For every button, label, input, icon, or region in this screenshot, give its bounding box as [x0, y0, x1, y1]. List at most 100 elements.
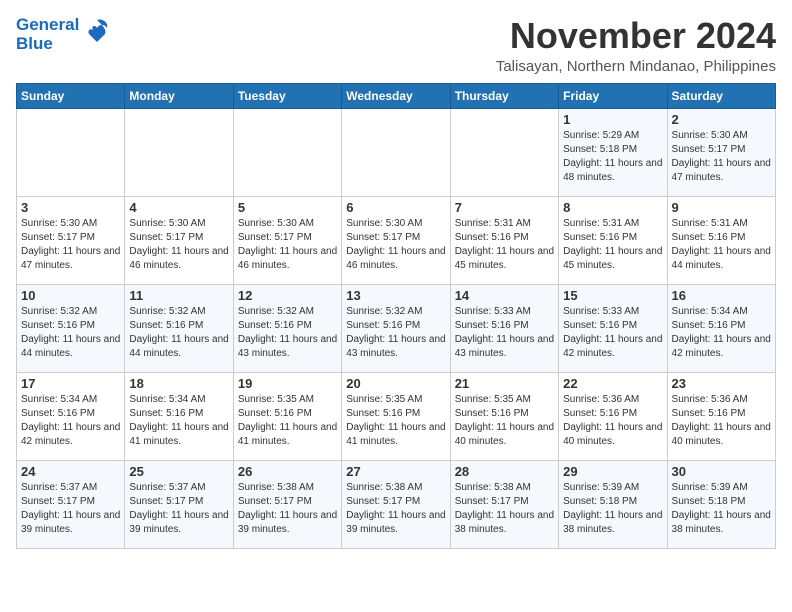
- day-info: Sunrise: 5:32 AM Sunset: 5:16 PM Dayligh…: [346, 305, 445, 361]
- calendar-cell: 11 Sunrise: 5:32 AM Sunset: 5:16 PM Dayli…: [125, 284, 233, 372]
- day-number: 10: [21, 288, 120, 303]
- day-number: 13: [346, 288, 445, 303]
- day-number: 12: [238, 288, 337, 303]
- week-row-1: 1 Sunrise: 5:29 AM Sunset: 5:18 PM Daylig…: [17, 108, 776, 196]
- title-block: November 2024 Talisayan, Northern Mindan…: [496, 16, 776, 75]
- calendar-cell: [342, 108, 450, 196]
- calendar-cell: 23 Sunrise: 5:36 AM Sunset: 5:16 PM Dayli…: [667, 372, 775, 460]
- calendar-cell: 22 Sunrise: 5:36 AM Sunset: 5:16 PM Dayli…: [559, 372, 667, 460]
- calendar-cell: 5 Sunrise: 5:30 AM Sunset: 5:17 PM Daylig…: [233, 196, 341, 284]
- header-friday: Friday: [559, 83, 667, 108]
- week-row-3: 10 Sunrise: 5:32 AM Sunset: 5:16 PM Dayli…: [17, 284, 776, 372]
- calendar-cell: 10 Sunrise: 5:32 AM Sunset: 5:16 PM Dayli…: [17, 284, 125, 372]
- day-info: Sunrise: 5:31 AM Sunset: 5:16 PM Dayligh…: [455, 217, 554, 273]
- day-number: 15: [563, 288, 662, 303]
- day-number: 21: [455, 376, 554, 391]
- day-number: 2: [672, 112, 771, 127]
- day-info: Sunrise: 5:35 AM Sunset: 5:16 PM Dayligh…: [346, 393, 445, 449]
- day-info: Sunrise: 5:32 AM Sunset: 5:16 PM Dayligh…: [129, 305, 228, 361]
- month-title: November 2024: [496, 16, 776, 56]
- day-number: 28: [455, 464, 554, 479]
- day-number: 14: [455, 288, 554, 303]
- day-number: 22: [563, 376, 662, 391]
- week-row-5: 24Sunrise: 5:37 AM Sunset: 5:17 PM Dayli…: [17, 460, 776, 548]
- header-row: SundayMondayTuesdayWednesdayThursdayFrid…: [17, 83, 776, 108]
- calendar-cell: [450, 108, 558, 196]
- day-info: Sunrise: 5:29 AM Sunset: 5:18 PM Dayligh…: [563, 129, 662, 185]
- day-number: 30: [672, 464, 771, 479]
- calendar-cell: 26 Sunrise: 5:38 AM Sunset: 5:17 PM Dayli…: [233, 460, 341, 548]
- day-info: Sunrise: 5:38 AM Sunset: 5:17 PM Dayligh…: [346, 481, 445, 537]
- day-info: Sunrise: 5:30 AM Sunset: 5:17 PM Dayligh…: [21, 217, 120, 273]
- day-info: Sunrise: 5:31 AM Sunset: 5:16 PM Dayligh…: [563, 217, 662, 273]
- calendar-cell: 15 Sunrise: 5:33 AM Sunset: 5:16 PM Dayli…: [559, 284, 667, 372]
- calendar-cell: 8 Sunrise: 5:31 AM Sunset: 5:16 PM Daylig…: [559, 196, 667, 284]
- day-number: 19: [238, 376, 337, 391]
- day-info: Sunrise: 5:35 AM Sunset: 5:16 PM Dayligh…: [238, 393, 337, 449]
- day-info: Sunrise: 5:38 AM Sunset: 5:17 PM Dayligh…: [455, 481, 554, 537]
- calendar-cell: 29Sunrise: 5:39 AM Sunset: 5:18 PM Dayli…: [559, 460, 667, 548]
- calendar-cell: 12 Sunrise: 5:32 AM Sunset: 5:16 PM Dayli…: [233, 284, 341, 372]
- day-info: Sunrise: 5:37 AM Sunset: 5:17 PM Dayligh…: [129, 481, 228, 537]
- day-info: Sunrise: 5:31 AM Sunset: 5:16 PM Dayligh…: [672, 217, 771, 273]
- calendar-cell: 21 Sunrise: 5:35 AM Sunset: 5:16 PM Dayli…: [450, 372, 558, 460]
- calendar-cell: 28 Sunrise: 5:38 AM Sunset: 5:17 PM Dayli…: [450, 460, 558, 548]
- calendar-cell: 25 Sunrise: 5:37 AM Sunset: 5:17 PM Dayli…: [125, 460, 233, 548]
- day-number: 11: [129, 288, 228, 303]
- calendar-cell: 1 Sunrise: 5:29 AM Sunset: 5:18 PM Daylig…: [559, 108, 667, 196]
- day-number: 4: [129, 200, 228, 215]
- day-info: Sunrise: 5:33 AM Sunset: 5:16 PM Dayligh…: [455, 305, 554, 361]
- header-tuesday: Tuesday: [233, 83, 341, 108]
- day-info: Sunrise: 5:30 AM Sunset: 5:17 PM Dayligh…: [129, 217, 228, 273]
- calendar-cell: 19 Sunrise: 5:35 AM Sunset: 5:16 PM Dayli…: [233, 372, 341, 460]
- day-info: Sunrise: 5:30 AM Sunset: 5:17 PM Dayligh…: [346, 217, 445, 273]
- day-number: 25: [129, 464, 228, 479]
- calendar-cell: 2 Sunrise: 5:30 AM Sunset: 5:17 PM Daylig…: [667, 108, 775, 196]
- day-number: 9: [672, 200, 771, 215]
- header-wednesday: Wednesday: [342, 83, 450, 108]
- logo-general: General: [16, 15, 79, 34]
- calendar-header: SundayMondayTuesdayWednesdayThursdayFrid…: [17, 83, 776, 108]
- day-info: Sunrise: 5:36 AM Sunset: 5:16 PM Dayligh…: [672, 393, 771, 449]
- day-info: Sunrise: 5:30 AM Sunset: 5:17 PM Dayligh…: [672, 129, 771, 185]
- day-number: 18: [129, 376, 228, 391]
- calendar-cell: 3Sunrise: 5:30 AM Sunset: 5:17 PM Daylig…: [17, 196, 125, 284]
- day-number: 6: [346, 200, 445, 215]
- day-number: 26: [238, 464, 337, 479]
- calendar-cell: [17, 108, 125, 196]
- logo-bird-icon: [83, 16, 111, 44]
- calendar-table: SundayMondayTuesdayWednesdayThursdayFrid…: [16, 83, 776, 549]
- day-number: 23: [672, 376, 771, 391]
- day-info: Sunrise: 5:30 AM Sunset: 5:17 PM Dayligh…: [238, 217, 337, 273]
- day-number: 29: [563, 464, 662, 479]
- day-info: Sunrise: 5:38 AM Sunset: 5:17 PM Dayligh…: [238, 481, 337, 537]
- location-subtitle: Talisayan, Northern Mindanao, Philippine…: [496, 58, 776, 75]
- header-sunday: Sunday: [17, 83, 125, 108]
- day-number: 1: [563, 112, 662, 127]
- calendar-body: 1 Sunrise: 5:29 AM Sunset: 5:18 PM Daylig…: [17, 108, 776, 548]
- calendar-cell: 18 Sunrise: 5:34 AM Sunset: 5:16 PM Dayli…: [125, 372, 233, 460]
- calendar-cell: 20Sunrise: 5:35 AM Sunset: 5:16 PM Dayli…: [342, 372, 450, 460]
- day-info: Sunrise: 5:33 AM Sunset: 5:16 PM Dayligh…: [563, 305, 662, 361]
- day-number: 27: [346, 464, 445, 479]
- day-info: Sunrise: 5:35 AM Sunset: 5:16 PM Dayligh…: [455, 393, 554, 449]
- header-saturday: Saturday: [667, 83, 775, 108]
- day-info: Sunrise: 5:32 AM Sunset: 5:16 PM Dayligh…: [21, 305, 120, 361]
- day-number: 5: [238, 200, 337, 215]
- day-info: Sunrise: 5:32 AM Sunset: 5:16 PM Dayligh…: [238, 305, 337, 361]
- calendar-cell: 13 Sunrise: 5:32 AM Sunset: 5:16 PM Dayli…: [342, 284, 450, 372]
- day-info: Sunrise: 5:39 AM Sunset: 5:18 PM Dayligh…: [672, 481, 771, 537]
- day-info: Sunrise: 5:36 AM Sunset: 5:16 PM Dayligh…: [563, 393, 662, 449]
- header-thursday: Thursday: [450, 83, 558, 108]
- week-row-2: 3Sunrise: 5:30 AM Sunset: 5:17 PM Daylig…: [17, 196, 776, 284]
- calendar-cell: 27 Sunrise: 5:38 AM Sunset: 5:17 PM Dayli…: [342, 460, 450, 548]
- calendar-cell: 17Sunrise: 5:34 AM Sunset: 5:16 PM Dayli…: [17, 372, 125, 460]
- calendar-cell: 30 Sunrise: 5:39 AM Sunset: 5:18 PM Dayli…: [667, 460, 775, 548]
- calendar-cell: 16Sunrise: 5:34 AM Sunset: 5:16 PM Dayli…: [667, 284, 775, 372]
- day-info: Sunrise: 5:34 AM Sunset: 5:16 PM Dayligh…: [129, 393, 228, 449]
- day-number: 8: [563, 200, 662, 215]
- calendar-cell: [233, 108, 341, 196]
- week-row-4: 17Sunrise: 5:34 AM Sunset: 5:16 PM Dayli…: [17, 372, 776, 460]
- calendar-cell: 14 Sunrise: 5:33 AM Sunset: 5:16 PM Dayli…: [450, 284, 558, 372]
- day-info: Sunrise: 5:34 AM Sunset: 5:16 PM Dayligh…: [672, 305, 771, 361]
